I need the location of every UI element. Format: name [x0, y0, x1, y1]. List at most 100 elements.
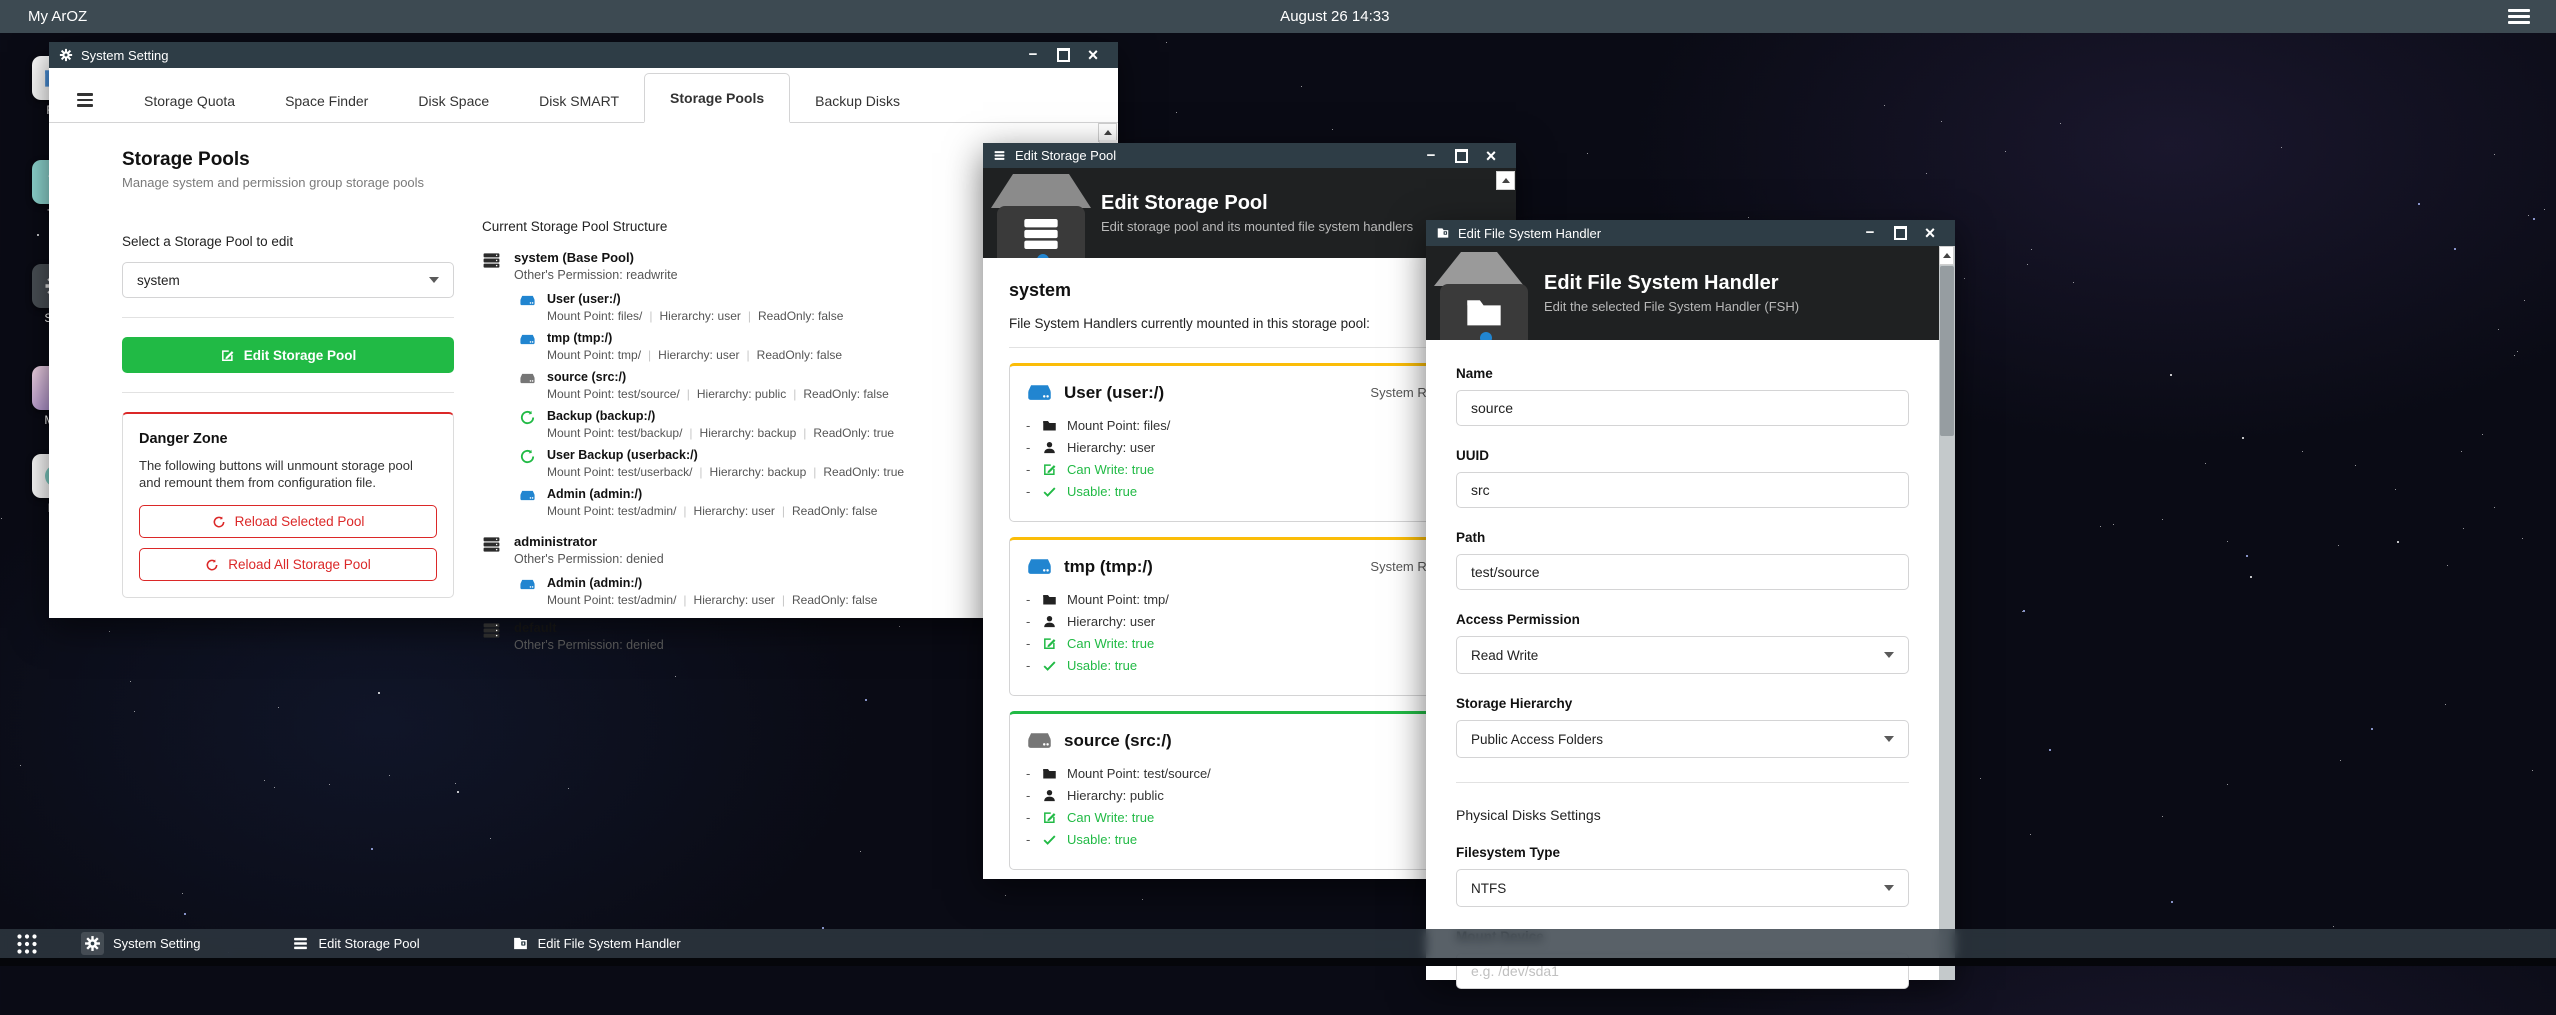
- filesystem-type-label: Filesystem Type: [1456, 845, 1909, 860]
- pool-name-heading: system: [1009, 280, 1490, 301]
- minimize-button[interactable]: −: [1855, 220, 1885, 246]
- uuid-label: UUID: [1456, 448, 1909, 463]
- gear-icon: [81, 932, 104, 955]
- taskbar-item-edit-storage-pool[interactable]: Edit Storage Pool: [292, 935, 419, 952]
- server-icon: [1019, 214, 1063, 254]
- access-permission-select[interactable]: Read Write: [1456, 636, 1909, 674]
- edit-fsh-titlebar[interactable]: Edit File System Handler − ×: [1426, 220, 1955, 246]
- danger-zone-card: Danger Zone The following buttons will u…: [122, 412, 454, 598]
- fsh-card-user: User (user:/) System Reserved -Mount Poi…: [1009, 363, 1490, 522]
- menu-icon[interactable]: [77, 78, 93, 122]
- path-field[interactable]: [1456, 554, 1909, 590]
- window-title: Edit File System Handler: [1458, 226, 1601, 241]
- folder-icon: [1462, 292, 1506, 332]
- storage-pool-art: [983, 168, 1101, 258]
- hdd-gray-icon: [519, 370, 536, 387]
- window-title: System Setting: [81, 48, 168, 63]
- edit-storage-pool-titlebar[interactable]: Edit Storage Pool − ×: [983, 143, 1516, 168]
- check-icon: [1042, 484, 1057, 499]
- refresh-icon: [205, 558, 219, 572]
- server-icon: [482, 621, 501, 640]
- mounted-fsh-intro: File System Handlers currently mounted i…: [1009, 316, 1490, 331]
- edit-storage-pool-button[interactable]: Edit Storage Pool: [122, 337, 454, 373]
- window-title: Edit Storage Pool: [1015, 148, 1116, 163]
- taskbar-item-edit-fsh[interactable]: Edit File System Handler: [512, 935, 681, 952]
- refresh-icon: [212, 515, 226, 529]
- check-icon: [1042, 832, 1057, 847]
- minimize-button[interactable]: −: [1416, 143, 1446, 169]
- hamburger-icon[interactable]: [2508, 6, 2530, 27]
- scroll-up-button[interactable]: [1939, 246, 1954, 265]
- screen-bottom-strip: [0, 958, 2556, 966]
- edit-icon: [220, 348, 235, 363]
- app-launcher-icon[interactable]: [15, 932, 39, 956]
- tab-disk-smart[interactable]: Disk SMART: [514, 79, 644, 122]
- reload-selected-pool-button[interactable]: Reload Selected Pool: [139, 505, 437, 538]
- hdd-gray-icon: [1026, 727, 1053, 754]
- uuid-field[interactable]: [1456, 472, 1909, 508]
- physical-disks-section-label: Physical Disks Settings: [1456, 807, 1909, 823]
- clock: August 26 14:33: [1280, 8, 1389, 25]
- access-permission-label: Access Permission: [1456, 612, 1909, 627]
- server-icon: [482, 251, 501, 270]
- user-icon: [1042, 440, 1057, 455]
- taskbar-item-system-setting[interactable]: System Setting: [81, 932, 200, 955]
- system-setting-window: System Setting − × Storage Quota Space F…: [49, 42, 1118, 618]
- danger-zone-title: Danger Zone: [139, 431, 437, 447]
- user-icon: [1042, 614, 1057, 629]
- name-label: Name: [1456, 366, 1909, 381]
- list-icon: [993, 149, 1007, 163]
- close-button[interactable]: ×: [1915, 220, 1945, 246]
- storage-pool-select[interactable]: system: [122, 262, 454, 298]
- scroll-up-button[interactable]: [1496, 171, 1515, 190]
- settings-tab-bar: Storage Quota Space Finder Disk Space Di…: [49, 68, 1118, 123]
- edit-fsh-header: Edit File System Handler Edit the select…: [1426, 246, 1955, 340]
- folder-icon: [1042, 418, 1057, 433]
- server-icon: [482, 535, 501, 554]
- chevron-down-icon: [1884, 652, 1894, 658]
- folder-icon: [1436, 226, 1450, 240]
- reload-all-storage-pool-button[interactable]: Reload All Storage Pool: [139, 548, 437, 581]
- name-field[interactable]: [1456, 390, 1909, 426]
- tab-storage-quota[interactable]: Storage Quota: [119, 79, 260, 122]
- filesystem-type-select[interactable]: NTFS: [1456, 869, 1909, 907]
- top-bar: My ArOZ August 26 14:33: [0, 0, 2556, 33]
- scrollbar-track[interactable]: [1939, 246, 1955, 980]
- tab-disk-space[interactable]: Disk Space: [393, 79, 514, 122]
- header-subtitle: Edit storage pool and its mounted file s…: [1101, 219, 1413, 234]
- fsh-card-tmp: tmp (tmp:/) System Reserved -Mount Point…: [1009, 537, 1490, 696]
- header-subtitle: Edit the selected File System Handler (F…: [1544, 299, 1799, 314]
- scrollbar-thumb[interactable]: [1940, 266, 1954, 436]
- tab-storage-pools[interactable]: Storage Pools: [644, 73, 790, 123]
- maximize-button[interactable]: [1048, 42, 1078, 68]
- danger-zone-description: The following buttons will unmount stora…: [139, 457, 437, 491]
- fsh-card-source: source (src:/) -Mount Point: test/source…: [1009, 711, 1490, 870]
- folder-icon: [1042, 766, 1057, 781]
- gear-icon: [59, 48, 73, 62]
- close-button[interactable]: ×: [1476, 143, 1506, 169]
- tab-backup-disks[interactable]: Backup Disks: [790, 79, 925, 122]
- user-icon: [1042, 788, 1057, 803]
- maximize-button[interactable]: [1885, 220, 1915, 246]
- hdd-blue-icon: [519, 576, 536, 593]
- edit-icon: [1042, 810, 1057, 825]
- system-setting-titlebar[interactable]: System Setting − ×: [49, 42, 1118, 68]
- chevron-down-icon: [429, 277, 439, 283]
- tab-space-finder[interactable]: Space Finder: [260, 79, 393, 122]
- hdd-blue-icon: [519, 487, 536, 504]
- header-title: Edit Storage Pool: [1101, 192, 1413, 215]
- folder-icon: [1042, 592, 1057, 607]
- hdd-blue-icon: [1026, 553, 1053, 580]
- chevron-down-icon: [1884, 885, 1894, 891]
- refresh-green-icon: [519, 448, 536, 465]
- folder-icon: [512, 935, 529, 952]
- storage-hierarchy-label: Storage Hierarchy: [1456, 696, 1909, 711]
- edit-fsh-window: Edit File System Handler − × Edit File S…: [1426, 220, 1955, 980]
- select-pool-label: Select a Storage Pool to edit: [122, 234, 454, 249]
- minimize-button[interactable]: −: [1018, 42, 1048, 68]
- maximize-button[interactable]: [1446, 143, 1476, 169]
- storage-hierarchy-select[interactable]: Public Access Folders: [1456, 720, 1909, 758]
- close-button[interactable]: ×: [1078, 42, 1108, 68]
- brand-label[interactable]: My ArOZ: [28, 8, 87, 25]
- list-icon: [292, 935, 309, 952]
